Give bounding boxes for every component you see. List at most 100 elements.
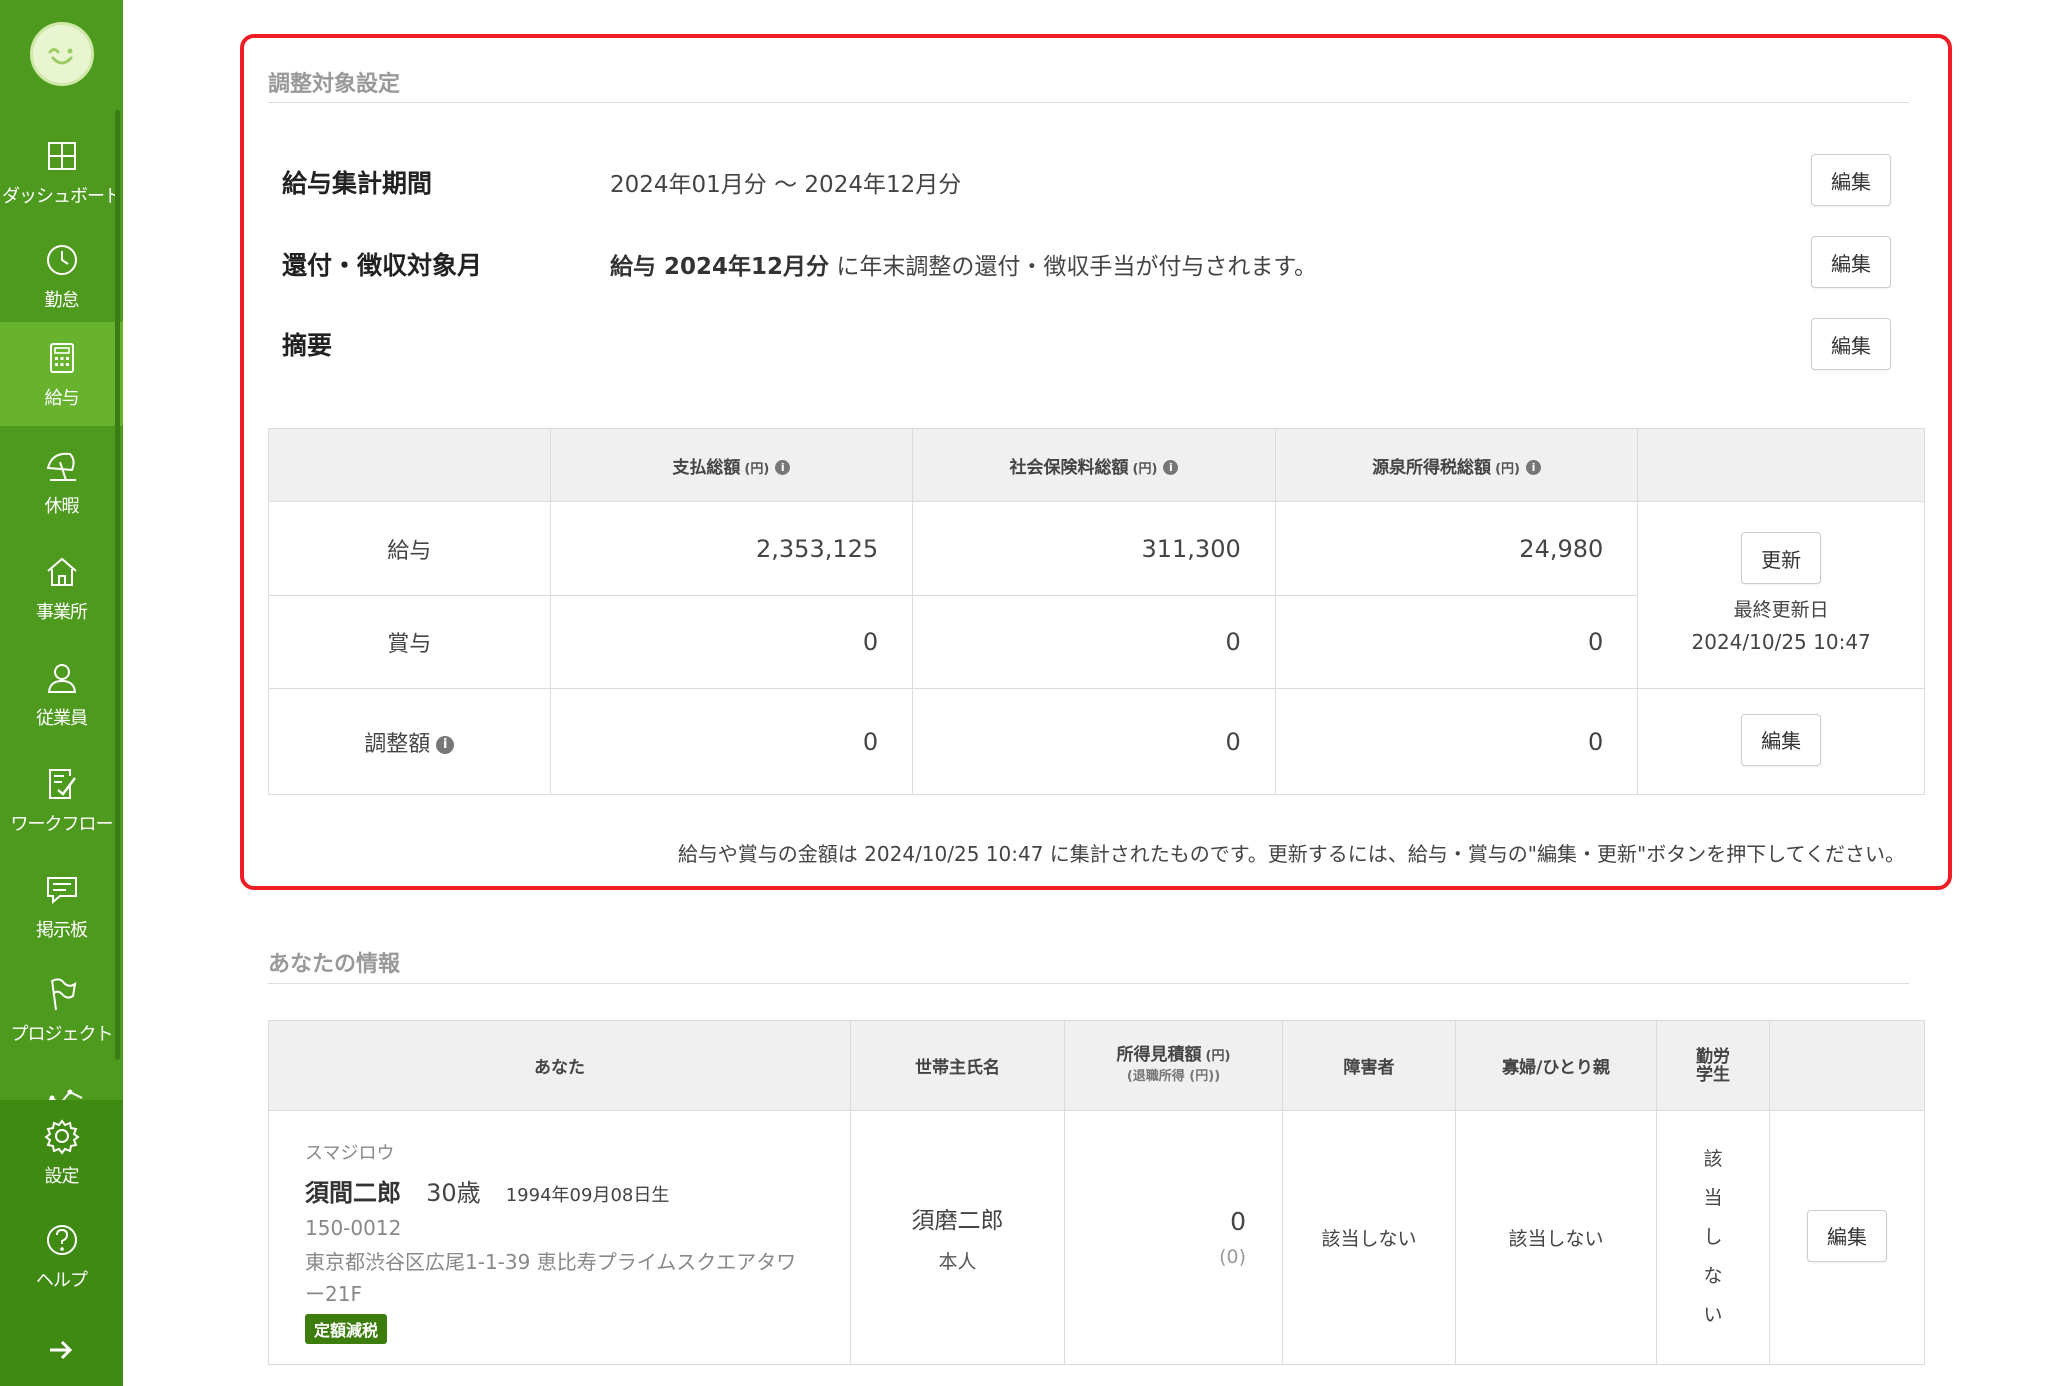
header-empty <box>268 428 551 502</box>
nav-label: 掲示板 <box>36 920 88 941</box>
beach-umbrella-icon <box>42 446 82 486</box>
last-updated-value: 2024/10/25 10:47 <box>1691 630 1871 654</box>
cell-value: 0 <box>549 688 914 795</box>
nav-label: 設定 <box>44 1166 80 1187</box>
table-row: スマジロウ 須間二郎 30歳 1994年09月08日生 150-0012 東京都… <box>268 1110 1925 1365</box>
last-updated-label: 最終更新日 <box>1733 599 1829 621</box>
zip-code: 150-0012 <box>305 1216 402 1240</box>
nav-payroll[interactable]: 給与 <box>0 322 123 426</box>
adjust-section-title: 調整対象設定 <box>268 72 401 97</box>
calculator-icon <box>42 338 82 378</box>
header-disabled: 障害者 <box>1282 1020 1456 1111</box>
retire-income-value: (0) <box>1219 1246 1246 1268</box>
nav-help[interactable]: ヘルプ <box>0 1204 123 1308</box>
householder-name: 須磨二郎 <box>911 1208 1004 1234</box>
header-action <box>1637 428 1925 502</box>
adjust-edit-cell: 編集 <box>1637 688 1925 795</box>
nav-leave[interactable]: 休暇 <box>0 430 123 534</box>
nav-label: ダッシュボード <box>2 186 122 207</box>
row-label: 給与 <box>268 501 551 596</box>
header-tax: 源泉所得税総額 (円) i <box>1274 428 1639 502</box>
expand-arrow-icon[interactable] <box>48 1338 74 1366</box>
disabled-value: 該当しない <box>1282 1110 1456 1365</box>
you-cell: スマジロウ 須間二郎 30歳 1994年09月08日生 150-0012 東京都… <box>268 1110 851 1365</box>
address: 東京都渋谷区広尾1-1-39 恵比寿プライムスクエアタワー21F <box>305 1250 797 1306</box>
update-button[interactable]: 更新 <box>1741 532 1822 584</box>
you-edit-button[interactable]: 編集 <box>1807 1209 1887 1262</box>
cell-value: 0 <box>1274 595 1639 689</box>
dashboard-icon <box>42 136 82 176</box>
chat-icon <box>42 870 82 910</box>
divider <box>268 102 1909 103</box>
table-row: 給与 2,353,125 311,300 24,980 更新 最終更新日 202… <box>268 501 1925 689</box>
you-section-title: あなたの情報 <box>268 952 401 977</box>
table-header-row: 支払総額 (円) i 社会保険料総額 (円) i 源泉所得税総額 (円) i <box>268 428 1925 502</box>
refund-month: 給与 2024年12月分 <box>610 254 830 280</box>
refund-label: 還付・徴収対象月 <box>282 251 483 280</box>
table-row: 調整額 i 0 0 0 編集 <box>268 688 1925 795</box>
nav-dashboard[interactable]: ダッシュボード <box>0 120 123 224</box>
nav-project[interactable]: プロジェクト <box>0 958 123 1062</box>
avatar[interactable] <box>30 22 94 86</box>
nav-board[interactable]: 掲示板 <box>0 854 123 958</box>
info-icon[interactable]: i <box>436 735 455 754</box>
adjustment-edit-button[interactable]: 編集 <box>1741 713 1822 766</box>
help-icon <box>42 1220 82 1260</box>
sidebar-scrollbar[interactable] <box>115 110 120 1060</box>
cell-value: 311,300 <box>912 501 1276 596</box>
sidebar-bottom: 設定 ヘルプ <box>0 1100 123 1386</box>
row-label: 賞与 <box>268 595 551 689</box>
header-payment: 支払総額 (円) i <box>549 428 914 502</box>
period-label: 給与集計期間 <box>282 169 433 198</box>
person-icon <box>42 658 82 698</box>
summary-label: 摘要 <box>282 331 333 360</box>
nav-label: プロジェクト <box>10 1024 114 1045</box>
employee-age: 30歳 <box>426 1179 481 1207</box>
nav-attendance[interactable]: 勤怠 <box>0 224 123 328</box>
student-value: 該 当 し な い <box>1656 1110 1770 1365</box>
cell-value: 2,353,125 <box>549 501 914 596</box>
info-icon[interactable]: i <box>775 460 791 475</box>
header-income: 所得見積額 (円) (退職所得 (円)) <box>1064 1020 1283 1111</box>
refund-value: 給与 2024年12月分 に年末調整の還付・徴収手当が付与されます。 <box>610 247 1317 281</box>
flag-icon <box>42 974 82 1014</box>
cell-value: 0 <box>1274 688 1639 795</box>
header-student: 勤労 学生 <box>1656 1020 1770 1111</box>
flat-tax-badge: 定額減税 <box>305 1314 388 1344</box>
smile-face-icon <box>48 48 73 65</box>
name-kana: スマジロウ <box>305 1143 395 1164</box>
nav-office[interactable]: 事業所 <box>0 536 123 640</box>
nav-label: 勤怠 <box>44 290 80 311</box>
nav-employees[interactable]: 従業員 <box>0 642 123 746</box>
refund-edit-button[interactable]: 編集 <box>1811 236 1891 288</box>
sidebar: ダッシュボード 勤怠 給与 休暇 事業所 従業員 ワークフロー 掲示板 プロジェ… <box>0 0 123 1386</box>
name-line: 須間二郎 30歳 1994年09月08日生 <box>305 1173 814 1208</box>
cell-value: 0 <box>549 595 914 689</box>
refund-text: に年末調整の還付・徴収手当が付与されます。 <box>829 254 1318 280</box>
you-table: あなた 世帯主氏名 所得見積額 (円) (退職所得 (円)) 障害者 寡婦/ひとり… <box>268 1020 1925 1365</box>
nav-label: ヘルプ <box>36 1270 88 1291</box>
you-edit-cell: 編集 <box>1769 1110 1925 1365</box>
widow-value: 該当しない <box>1455 1110 1657 1365</box>
header-action <box>1769 1020 1925 1111</box>
info-icon[interactable]: i <box>1163 460 1179 475</box>
period-edit-button[interactable]: 編集 <box>1811 154 1891 206</box>
cell-value: 0 <box>912 595 1276 689</box>
employee-name: 須間二郎 <box>305 1179 401 1207</box>
divider <box>268 983 1909 984</box>
employee-birth: 1994年09月08日生 <box>505 1185 670 1206</box>
nav-settings[interactable]: 設定 <box>0 1100 123 1204</box>
totals-table: 支払総額 (円) i 社会保険料総額 (円) i 源泉所得税総額 (円) i 給与 2,35… <box>268 428 1925 795</box>
clock-icon <box>42 240 82 280</box>
header-insurance: 社会保険料総額 (円) i <box>912 428 1276 502</box>
summary-edit-button[interactable]: 編集 <box>1811 318 1891 370</box>
row-label: 調整額 i <box>268 688 551 795</box>
nav-label: 事業所 <box>36 602 88 623</box>
checklist-icon <box>42 764 82 804</box>
aggregation-note: 給与や賞与の金額は 2024/10/25 10:47 に集計されたものです。更新… <box>677 842 1905 866</box>
householder-relation: 本人 <box>938 1251 977 1273</box>
info-icon[interactable]: i <box>1525 460 1541 475</box>
header-widow: 寡婦/ひとり親 <box>1455 1020 1657 1111</box>
income-value: 0 <box>1230 1207 1246 1236</box>
nav-workflow[interactable]: ワークフロー <box>0 748 123 852</box>
